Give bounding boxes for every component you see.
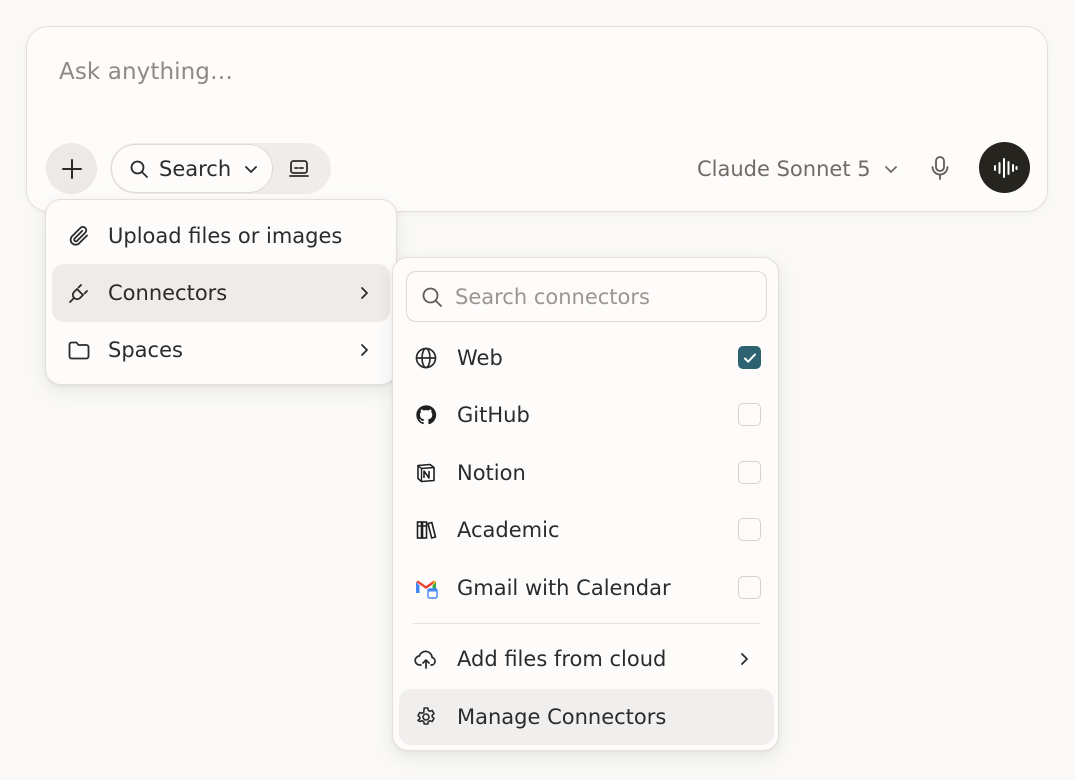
menu-item-label: Add files from cloud — [457, 647, 667, 671]
menu-item-connectors[interactable]: Connectors — [52, 264, 390, 322]
menu-item-upload[interactable]: Upload files or images — [52, 207, 390, 265]
menu-item-label: Connectors — [108, 281, 228, 305]
attach-menu: Upload files or images Connectors Spaces — [45, 199, 397, 385]
gmail-icon — [413, 575, 439, 601]
computer-mode-button[interactable] — [286, 156, 312, 182]
checkmark-icon — [742, 350, 758, 366]
composer: Ask anything… Search Claude Sonnet 5 — [26, 26, 1048, 212]
chevron-right-icon — [354, 340, 374, 360]
connector-label: Gmail with Calendar — [457, 576, 671, 600]
connector-label: GitHub — [457, 403, 530, 427]
menu-item-spaces[interactable]: Spaces — [52, 321, 390, 379]
globe-icon — [413, 345, 439, 371]
connectors-menu: Web GitHub Notion Acade — [392, 257, 779, 751]
connector-item-web[interactable]: Web — [399, 330, 774, 386]
app-stage: Ask anything… Search Claude Sonnet 5 Upl… — [0, 0, 1075, 780]
search-icon — [129, 159, 149, 179]
waveform-icon — [992, 156, 1018, 180]
books-icon — [413, 517, 439, 543]
menu-item-label: Upload files or images — [108, 224, 343, 248]
connector-checkbox[interactable] — [738, 346, 761, 369]
chevron-right-icon — [354, 283, 374, 303]
microphone-icon — [930, 155, 950, 181]
plug-icon — [66, 280, 92, 306]
menu-item-label: Spaces — [108, 338, 183, 362]
connector-label: Web — [457, 346, 503, 370]
folder-icon — [66, 337, 92, 363]
paperclip-icon — [66, 223, 92, 249]
mode-toggle-group: Search — [110, 143, 331, 194]
search-mode-button[interactable]: Search — [111, 144, 273, 193]
menu-item-manage-connectors[interactable]: Manage Connectors — [399, 689, 774, 745]
connector-label: Academic — [457, 518, 560, 542]
connector-checkbox[interactable] — [738, 576, 761, 599]
connector-item-notion[interactable]: Notion — [399, 445, 774, 501]
computer-icon — [288, 159, 310, 179]
plus-icon — [60, 157, 84, 181]
connector-checkbox[interactable] — [738, 461, 761, 484]
connector-checkbox[interactable] — [738, 518, 761, 541]
attach-button[interactable] — [46, 143, 97, 194]
menu-item-add-from-cloud[interactable]: Add files from cloud — [399, 631, 774, 687]
menu-divider — [413, 623, 760, 624]
connector-search-input[interactable] — [455, 284, 745, 309]
search-mode-label: Search — [159, 156, 232, 181]
notion-icon — [413, 460, 439, 486]
connector-item-academic[interactable]: Academic — [399, 502, 774, 558]
connector-search-box — [406, 271, 767, 322]
prompt-input[interactable]: Ask anything… — [59, 59, 233, 85]
gear-icon — [413, 704, 439, 730]
chevron-down-icon — [243, 161, 259, 177]
connector-label: Notion — [457, 461, 526, 485]
menu-item-label: Manage Connectors — [457, 705, 667, 729]
cloud-upload-icon — [413, 646, 439, 672]
chevron-right-icon — [734, 649, 754, 669]
dictation-button[interactable] — [925, 153, 955, 183]
connector-item-gmail[interactable]: Gmail with Calendar — [399, 560, 774, 616]
model-selector[interactable]: Claude Sonnet 5 — [697, 155, 899, 183]
connector-checkbox[interactable] — [738, 403, 761, 426]
search-icon — [421, 286, 443, 308]
chevron-down-icon — [883, 161, 899, 177]
connector-item-github[interactable]: GitHub — [399, 387, 774, 443]
model-label: Claude Sonnet 5 — [697, 157, 871, 181]
voice-mode-button[interactable] — [979, 142, 1030, 193]
github-icon — [413, 402, 439, 428]
